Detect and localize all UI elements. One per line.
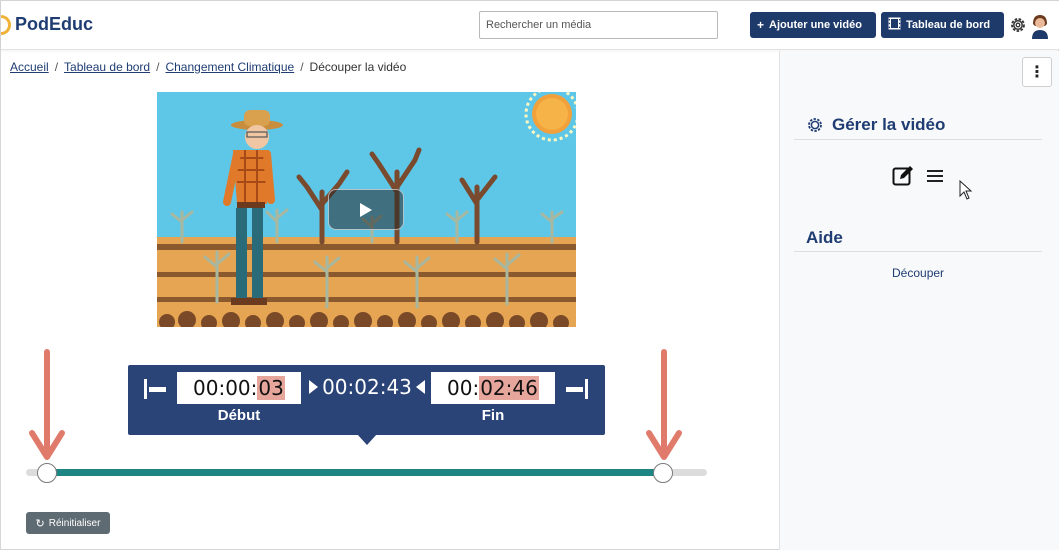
top-navbar: PodEduc + Ajouter une vidéo Tableau de b… xyxy=(1,1,1059,50)
end-label: Fin xyxy=(481,407,505,424)
gear-icon xyxy=(808,118,822,132)
dashboard-label: Tableau de bord xyxy=(906,19,991,31)
breadcrumb-link-home[interactable]: Accueil xyxy=(10,60,49,74)
end-time-field[interactable]: 00: 02:46 xyxy=(431,372,555,404)
triangle-left-icon xyxy=(415,380,425,394)
breadcrumb-separator: / xyxy=(54,60,59,74)
kebab-menu-button[interactable]: ⋮ xyxy=(1022,57,1052,87)
breadcrumb-current: Découper la vidéo xyxy=(309,60,407,74)
breadcrumb-separator: / xyxy=(300,60,304,74)
add-video-label: Ajouter une vidéo xyxy=(769,19,862,31)
trim-end-handle[interactable] xyxy=(653,463,673,483)
trim-panel-caret xyxy=(357,434,377,445)
set-start-icon[interactable] xyxy=(142,378,168,400)
menu-list-icon[interactable] xyxy=(926,168,944,184)
annotation-arrow-right xyxy=(646,349,682,460)
start-time-highlight: 03 xyxy=(257,376,285,400)
settings-gear-icon[interactable] xyxy=(1008,15,1028,35)
duration-value: 00:02:43 xyxy=(322,375,412,399)
trim-controls: 00:00: 03 00:02:43 00: 02:46 Début Fin xyxy=(128,365,605,445)
start-time-field[interactable]: 00:00: 03 xyxy=(177,372,301,404)
reset-button[interactable]: ↻ Réinitialiser xyxy=(26,512,110,534)
play-button[interactable] xyxy=(328,189,404,230)
breadcrumb-link-dashboard[interactable]: Tableau de bord xyxy=(64,60,150,74)
play-icon xyxy=(360,202,372,217)
breadcrumb-link-channel[interactable]: Changement Climatique xyxy=(165,60,294,74)
start-time-prefix: 00:00: xyxy=(193,376,258,400)
manage-video-heading: Gérer la vidéo xyxy=(806,115,945,135)
page: PodEduc + Ajouter une vidéo Tableau de b… xyxy=(0,0,1059,550)
end-time-highlight: 02:46 xyxy=(479,376,539,400)
end-time-prefix: 00: xyxy=(447,376,480,400)
trim-slider-range xyxy=(47,469,664,476)
refresh-icon: ↻ xyxy=(35,517,45,530)
mouse-cursor-icon xyxy=(959,179,973,200)
plus-icon: + xyxy=(757,18,765,32)
edit-icon[interactable] xyxy=(892,165,914,187)
side-panel: ⋮ Gérer la vidéo Aide Découper xyxy=(779,51,1059,550)
add-video-button[interactable]: + Ajouter une vidéo xyxy=(750,12,876,38)
divider xyxy=(794,139,1042,140)
breadcrumb: Accueil / Tableau de bord / Changement C… xyxy=(10,60,406,74)
dashboard-button[interactable]: Tableau de bord xyxy=(881,12,1004,38)
logo-mark-icon xyxy=(1,14,11,35)
film-icon xyxy=(888,17,901,33)
start-label: Début xyxy=(217,407,261,424)
manage-video-title: Gérer la vidéo xyxy=(832,115,946,134)
set-end-icon[interactable] xyxy=(564,378,590,400)
logo-text: PodEduc xyxy=(15,14,94,34)
divider xyxy=(794,251,1042,252)
help-heading: Aide xyxy=(806,228,843,247)
video-player[interactable] xyxy=(157,92,576,327)
reset-label: Réinitialiser xyxy=(48,517,101,529)
search-input[interactable] xyxy=(479,11,718,39)
annotation-arrow-left xyxy=(29,349,65,460)
logo[interactable]: PodEduc xyxy=(1,14,93,35)
user-avatar[interactable] xyxy=(1030,13,1050,39)
breadcrumb-separator: / xyxy=(156,60,160,74)
duration-display: 00:02:43 xyxy=(306,375,428,399)
trim-start-handle[interactable] xyxy=(37,463,57,483)
help-link-cut[interactable]: Découper xyxy=(892,266,944,280)
triangle-right-icon xyxy=(309,380,319,394)
